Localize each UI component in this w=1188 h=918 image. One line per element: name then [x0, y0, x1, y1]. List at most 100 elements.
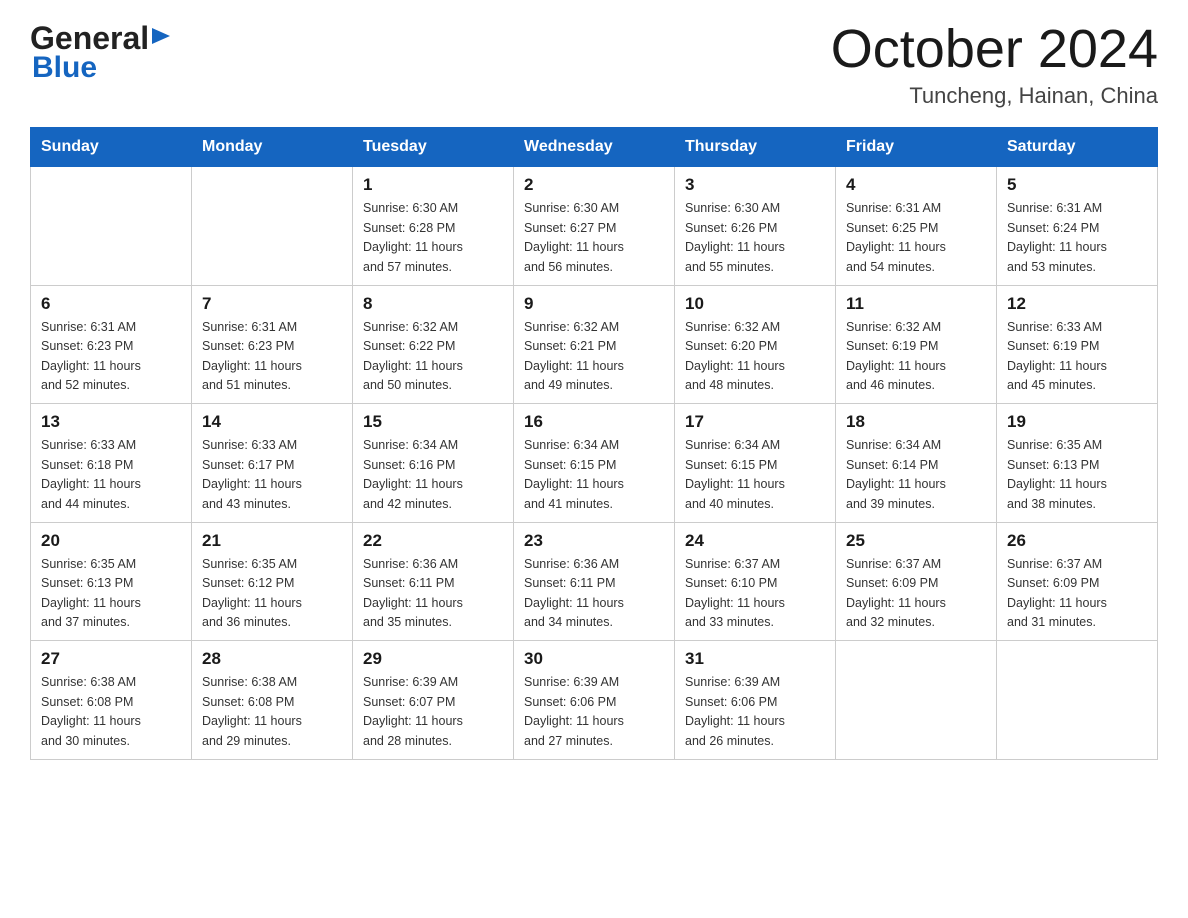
day-number: 21	[202, 531, 342, 551]
day-number: 30	[524, 649, 664, 669]
day-info: Sunrise: 6:36 AMSunset: 6:11 PMDaylight:…	[363, 555, 503, 633]
day-info: Sunrise: 6:34 AMSunset: 6:15 PMDaylight:…	[685, 436, 825, 514]
day-info: Sunrise: 6:38 AMSunset: 6:08 PMDaylight:…	[41, 673, 181, 751]
logo: General Blue	[30, 20, 174, 85]
calendar-week-row: 6 Sunrise: 6:31 AMSunset: 6:23 PMDaylight…	[31, 285, 1158, 404]
day-info: Sunrise: 6:33 AMSunset: 6:19 PMDaylight:…	[1007, 318, 1147, 396]
day-number: 6	[41, 294, 181, 314]
day-info: Sunrise: 6:30 AMSunset: 6:26 PMDaylight:…	[685, 199, 825, 277]
calendar-week-row: 13Sunrise: 6:33 AMSunset: 6:18 PMDayligh…	[31, 404, 1158, 523]
day-info: Sunrise: 6:30 AMSunset: 6:28 PMDaylight:…	[363, 199, 503, 277]
day-number: 28	[202, 649, 342, 669]
calendar-cell: 27 Sunrise: 6:38 AMSunset: 6:08 PMDayligh…	[31, 641, 192, 760]
calendar-cell: 3Sunrise: 6:30 AMSunset: 6:26 PMDaylight…	[675, 167, 836, 286]
day-info: Sunrise: 6:32 AMSunset: 6:20 PMDaylight:…	[685, 318, 825, 396]
day-info: Sunrise: 6:34 AMSunset: 6:14 PMDaylight:…	[846, 436, 986, 514]
day-info: Sunrise: 6:39 AMSunset: 6:06 PMDaylight:…	[685, 673, 825, 751]
day-info: Sunrise: 6:37 AMSunset: 6:09 PMDaylight:…	[846, 555, 986, 633]
day-number: 31	[685, 649, 825, 669]
calendar-cell: 2 Sunrise: 6:30 AMSunset: 6:27 PMDaylight…	[514, 167, 675, 286]
calendar-cell: 21 Sunrise: 6:35 AMSunset: 6:12 PMDayligh…	[192, 522, 353, 641]
day-number: 8	[363, 294, 503, 314]
calendar-cell: 14 Sunrise: 6:33 AMSunset: 6:17 PMDayligh…	[192, 404, 353, 523]
day-number: 10	[685, 294, 825, 314]
calendar-day-header: Tuesday	[353, 128, 514, 167]
calendar-day-header: Monday	[192, 128, 353, 167]
day-number: 2	[524, 175, 664, 195]
location-title: Tuncheng, Hainan, China	[831, 83, 1158, 109]
day-number: 15	[363, 412, 503, 432]
day-number: 24	[685, 531, 825, 551]
calendar-cell: 15 Sunrise: 6:34 AMSunset: 6:16 PMDayligh…	[353, 404, 514, 523]
calendar-cell: 22 Sunrise: 6:36 AMSunset: 6:11 PMDayligh…	[353, 522, 514, 641]
day-number: 7	[202, 294, 342, 314]
day-number: 27	[41, 649, 181, 669]
day-number: 22	[363, 531, 503, 551]
calendar-cell: 7 Sunrise: 6:31 AMSunset: 6:23 PMDaylight…	[192, 285, 353, 404]
day-number: 12	[1007, 294, 1147, 314]
day-info: Sunrise: 6:32 AMSunset: 6:21 PMDaylight:…	[524, 318, 664, 396]
calendar-cell: 26 Sunrise: 6:37 AMSunset: 6:09 PMDayligh…	[997, 522, 1158, 641]
day-info: Sunrise: 6:36 AMSunset: 6:11 PMDaylight:…	[524, 555, 664, 633]
calendar-header-row: SundayMondayTuesdayWednesdayThursdayFrid…	[31, 128, 1158, 167]
logo-area: General Blue	[30, 20, 174, 85]
calendar-cell: 25Sunrise: 6:37 AMSunset: 6:09 PMDayligh…	[836, 522, 997, 641]
calendar-day-header: Saturday	[997, 128, 1158, 167]
day-info: Sunrise: 6:37 AMSunset: 6:10 PMDaylight:…	[685, 555, 825, 633]
calendar-day-header: Wednesday	[514, 128, 675, 167]
day-number: 13	[41, 412, 181, 432]
calendar-cell: 24 Sunrise: 6:37 AMSunset: 6:10 PMDayligh…	[675, 522, 836, 641]
calendar-week-row: 20 Sunrise: 6:35 AMSunset: 6:13 PMDayligh…	[31, 522, 1158, 641]
day-number: 16	[524, 412, 664, 432]
calendar-table: SundayMondayTuesdayWednesdayThursdayFrid…	[30, 127, 1158, 760]
day-number: 20	[41, 531, 181, 551]
calendar-cell: 28 Sunrise: 6:38 AMSunset: 6:08 PMDayligh…	[192, 641, 353, 760]
day-info: Sunrise: 6:30 AMSunset: 6:27 PMDaylight:…	[524, 199, 664, 277]
day-info: Sunrise: 6:35 AMSunset: 6:13 PMDaylight:…	[1007, 436, 1147, 514]
calendar-cell: 13Sunrise: 6:33 AMSunset: 6:18 PMDayligh…	[31, 404, 192, 523]
logo-flag-icon	[152, 28, 174, 52]
day-info: Sunrise: 6:33 AMSunset: 6:17 PMDaylight:…	[202, 436, 342, 514]
page-header: General Blue October 2024 Tuncheng, Hain…	[30, 20, 1158, 109]
calendar-cell: 31 Sunrise: 6:39 AMSunset: 6:06 PMDayligh…	[675, 641, 836, 760]
calendar-cell	[31, 167, 192, 286]
day-number: 29	[363, 649, 503, 669]
day-info: Sunrise: 6:38 AMSunset: 6:08 PMDaylight:…	[202, 673, 342, 751]
day-info: Sunrise: 6:34 AMSunset: 6:16 PMDaylight:…	[363, 436, 503, 514]
month-title: October 2024	[831, 20, 1158, 79]
day-info: Sunrise: 6:35 AMSunset: 6:12 PMDaylight:…	[202, 555, 342, 633]
day-number: 14	[202, 412, 342, 432]
calendar-cell	[997, 641, 1158, 760]
calendar-cell: 4 Sunrise: 6:31 AMSunset: 6:25 PMDaylight…	[836, 167, 997, 286]
day-info: Sunrise: 6:32 AMSunset: 6:19 PMDaylight:…	[846, 318, 986, 396]
day-number: 5	[1007, 175, 1147, 195]
day-info: Sunrise: 6:31 AMSunset: 6:24 PMDaylight:…	[1007, 199, 1147, 277]
calendar-cell: 5 Sunrise: 6:31 AMSunset: 6:24 PMDaylight…	[997, 167, 1158, 286]
calendar-cell	[192, 167, 353, 286]
day-info: Sunrise: 6:35 AMSunset: 6:13 PMDaylight:…	[41, 555, 181, 633]
day-number: 4	[846, 175, 986, 195]
day-info: Sunrise: 6:39 AMSunset: 6:07 PMDaylight:…	[363, 673, 503, 751]
day-info: Sunrise: 6:31 AMSunset: 6:23 PMDaylight:…	[202, 318, 342, 396]
calendar-week-row: 27 Sunrise: 6:38 AMSunset: 6:08 PMDayligh…	[31, 641, 1158, 760]
calendar-cell	[836, 641, 997, 760]
day-info: Sunrise: 6:32 AMSunset: 6:22 PMDaylight:…	[363, 318, 503, 396]
day-number: 26	[1007, 531, 1147, 551]
day-number: 9	[524, 294, 664, 314]
calendar-cell: 10 Sunrise: 6:32 AMSunset: 6:20 PMDayligh…	[675, 285, 836, 404]
calendar-cell: 23Sunrise: 6:36 AMSunset: 6:11 PMDayligh…	[514, 522, 675, 641]
day-info: Sunrise: 6:39 AMSunset: 6:06 PMDaylight:…	[524, 673, 664, 751]
calendar-cell: 11Sunrise: 6:32 AMSunset: 6:19 PMDayligh…	[836, 285, 997, 404]
calendar-day-header: Sunday	[31, 128, 192, 167]
calendar-cell: 12 Sunrise: 6:33 AMSunset: 6:19 PMDayligh…	[997, 285, 1158, 404]
calendar-cell: 8 Sunrise: 6:32 AMSunset: 6:22 PMDaylight…	[353, 285, 514, 404]
day-info: Sunrise: 6:37 AMSunset: 6:09 PMDaylight:…	[1007, 555, 1147, 633]
calendar-cell: 29 Sunrise: 6:39 AMSunset: 6:07 PMDayligh…	[353, 641, 514, 760]
day-info: Sunrise: 6:34 AMSunset: 6:15 PMDaylight:…	[524, 436, 664, 514]
calendar-cell: 16 Sunrise: 6:34 AMSunset: 6:15 PMDayligh…	[514, 404, 675, 523]
day-info: Sunrise: 6:31 AMSunset: 6:25 PMDaylight:…	[846, 199, 986, 277]
calendar-cell: 19Sunrise: 6:35 AMSunset: 6:13 PMDayligh…	[997, 404, 1158, 523]
day-number: 1	[363, 175, 503, 195]
calendar-week-row: 1 Sunrise: 6:30 AMSunset: 6:28 PMDaylight…	[31, 167, 1158, 286]
calendar-cell: 9 Sunrise: 6:32 AMSunset: 6:21 PMDaylight…	[514, 285, 675, 404]
